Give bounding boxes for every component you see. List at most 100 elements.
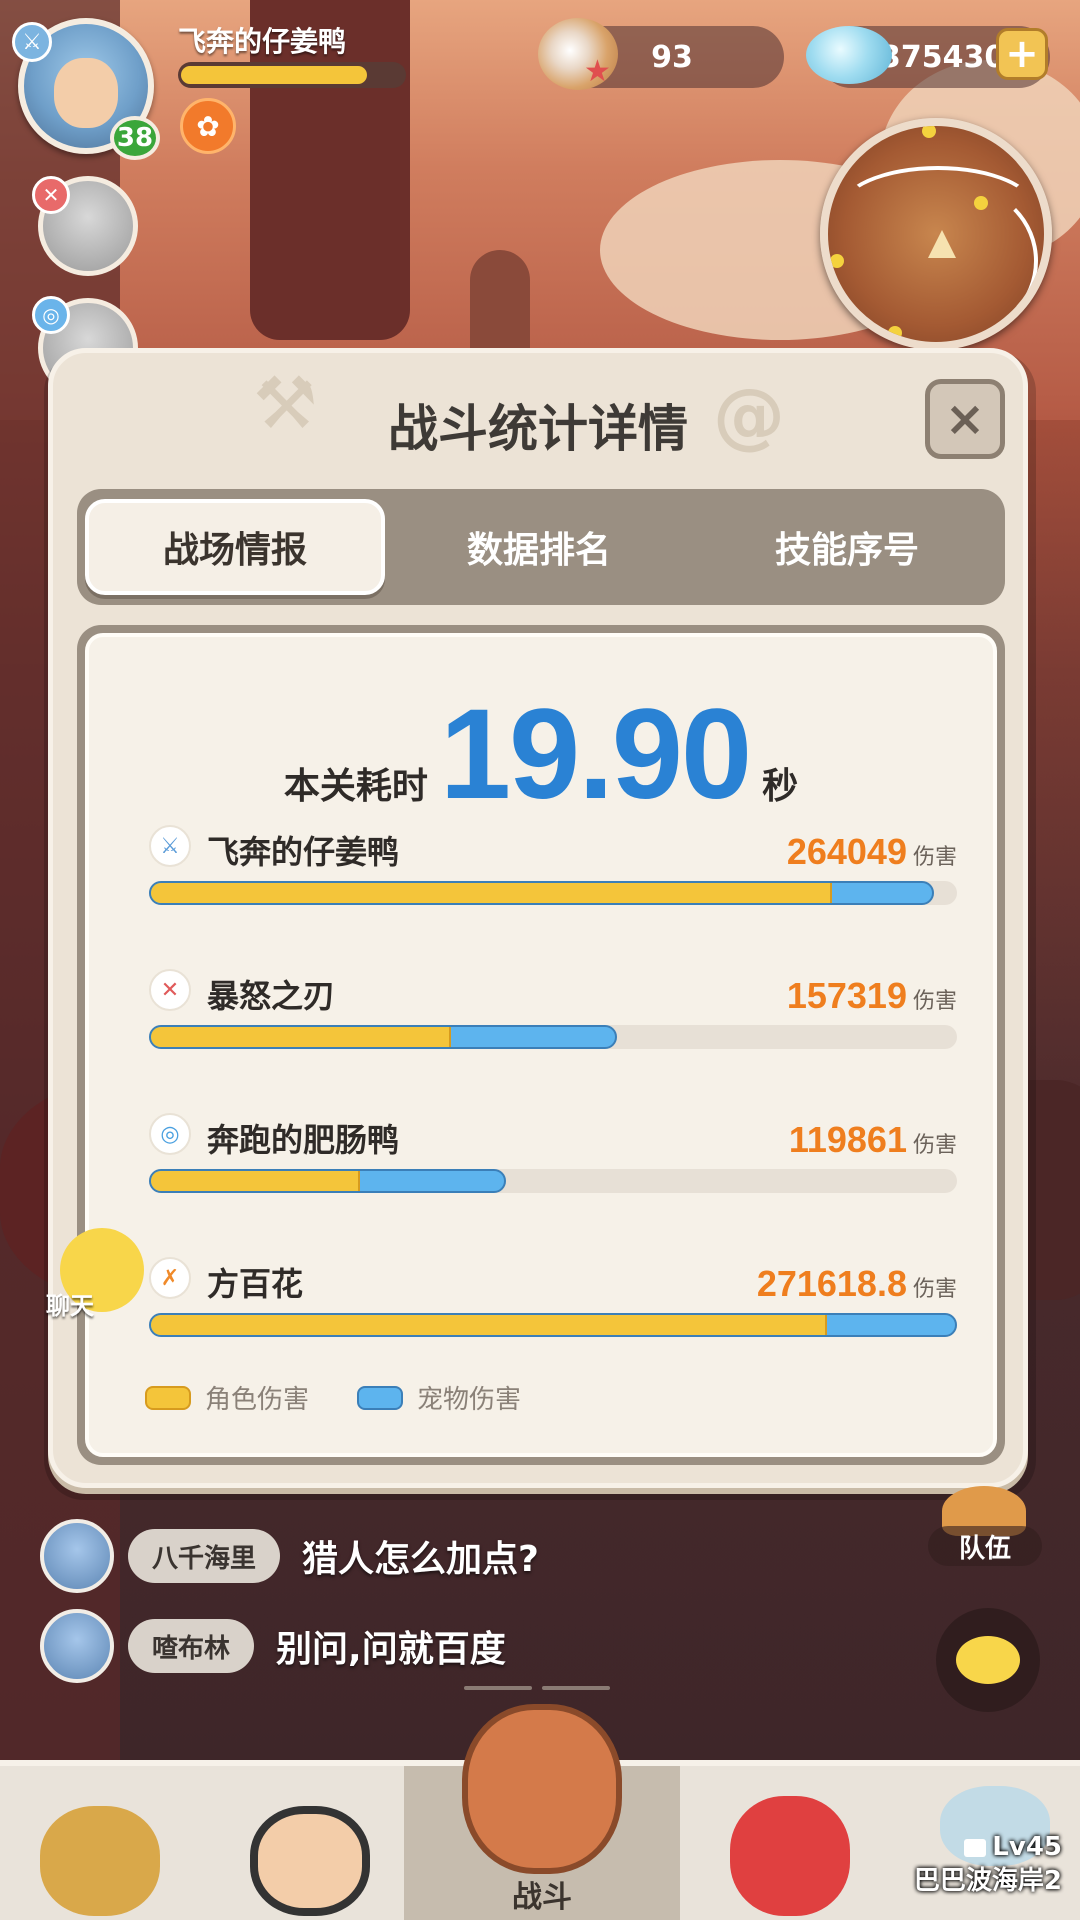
legend-swatch-pet [357, 1385, 404, 1410]
damage-total: 157319 伤害 [787, 975, 957, 1017]
damage-bar-character [151, 1315, 827, 1335]
legend-swatch-character [145, 1385, 191, 1410]
buff-icon[interactable]: ✿ [180, 98, 236, 154]
legend-label-character: 角色伤害 [205, 1385, 310, 1415]
nav-item-dino[interactable] [700, 1766, 900, 1920]
damage-total: 119861 伤害 [789, 1119, 957, 1161]
team-button[interactable]: 队伍 [928, 1486, 1042, 1566]
battle-stats-modal: ⚒ @ 战斗统计详情 × 战场情报 数据排名 技能序号 本关耗时19.90 秒 ⚔… [48, 348, 1028, 1488]
nav-item-locked-stage[interactable]: Lv45 巴巴波海岸2 [880, 1766, 1080, 1920]
minimap[interactable] [820, 118, 1052, 350]
class-sword-icon: ⚔ [149, 825, 191, 867]
avatar[interactable] [40, 1609, 114, 1683]
exp-bar-fill [181, 66, 368, 84]
minimap-waypoint [830, 254, 844, 268]
page-indicator [464, 1686, 532, 1690]
add-currency-button[interactable]: + [996, 28, 1048, 80]
avatar[interactable] [40, 1519, 114, 1593]
locked-stage-name: 巴巴波海岸2 [913, 1866, 1062, 1896]
totem-mask-icon [462, 1704, 622, 1874]
damage-bar-total [149, 1313, 957, 1337]
legend-label-pet: 宠物伤害 [417, 1385, 522, 1415]
damage-row: ⚔ 飞奔的仔姜鸭 264049 伤害 [149, 825, 957, 915]
damage-bar-total [149, 1169, 506, 1193]
class-blade-icon: ✕ [32, 176, 70, 214]
damage-bar-character [151, 1171, 361, 1191]
damage-value: 157319 [786, 975, 907, 1016]
chart-legend: 角色伤害 宠物伤害 [145, 1379, 569, 1416]
nav-item-battle[interactable]: 战斗 [404, 1704, 680, 1920]
bottom-nav: 战斗 Lv45 巴巴波海岸2 [0, 1704, 1080, 1920]
minimap-waypoint [974, 196, 988, 210]
class-wind-icon: ◎ [149, 1113, 191, 1155]
damage-value: 264049 [786, 831, 907, 872]
nav-item-hero[interactable] [220, 1766, 420, 1920]
tab-bar: 战场情报 数据排名 技能序号 [77, 489, 1005, 605]
chat-button[interactable] [936, 1608, 1040, 1712]
dino-pet-icon [730, 1796, 850, 1916]
damage-bar-track [149, 1169, 957, 1193]
beast-character-icon [40, 1806, 160, 1916]
chat-text: 猎人怎么加点? [302, 1539, 539, 1580]
chat-message: 喳布林 别问,问就百度 [40, 1606, 506, 1686]
class-bow-icon: ✗ [149, 1257, 191, 1299]
damage-unit: 伤害 [912, 989, 957, 1014]
damage-bar-total [149, 881, 935, 905]
class-wind-icon: ◎ [32, 296, 70, 334]
minimap-waypoint [922, 126, 936, 138]
damage-row: ✗ 方百花 271618.8 伤害 [149, 1257, 957, 1347]
minimap-path [888, 186, 1038, 336]
damage-bar-total [149, 1025, 617, 1049]
clear-time-label: 本关耗时 [283, 766, 428, 807]
damage-row: ✕ 暴怒之刃 157319 伤害 [149, 969, 957, 1059]
chat-bubble-icon [956, 1636, 1020, 1684]
damage-unit: 伤害 [912, 1277, 957, 1302]
locked-stage-label: Lv45 巴巴波海岸2 [914, 1830, 1062, 1898]
shell-icon [806, 26, 892, 84]
player-name-label: 飞奔的仔姜鸭 [207, 833, 400, 871]
class-sword-icon: ⚔ [12, 22, 52, 62]
chat-message: 八千海里 猎人怎么加点? [40, 1516, 539, 1596]
stats-panel-inner: 本关耗时19.90 秒 ⚔ 飞奔的仔姜鸭 264049 伤害 ✕ 暴怒之刃 15… [85, 633, 997, 1457]
damage-total: 271618.8 伤害 [757, 1263, 957, 1305]
lock-icon [964, 1839, 987, 1857]
nav-battle-label: 战斗 [512, 1880, 572, 1915]
page-indicator [542, 1686, 610, 1690]
hero-character-icon [250, 1806, 370, 1916]
minimap-waypoint [888, 326, 902, 340]
exp-bar [178, 62, 406, 88]
player-name-label: 奔跑的肥肠鸭 [207, 1121, 400, 1159]
player-location-marker [928, 230, 956, 258]
damage-unit: 伤害 [912, 845, 957, 870]
damage-bar-track [149, 1313, 957, 1337]
player-name: 飞奔的仔姜鸭 [178, 25, 347, 58]
close-button[interactable]: × [925, 379, 1005, 459]
damage-bar-character [151, 1027, 451, 1047]
damage-total: 264049 伤害 [787, 831, 957, 873]
level-badge: 38 [110, 116, 160, 160]
avatar-face [54, 58, 118, 128]
nav-item-beast[interactable] [0, 1766, 200, 1920]
tab-skill-order[interactable]: 技能序号 [697, 499, 997, 595]
player-name-label: 方百花 [207, 1265, 304, 1303]
class-blade-icon: ✕ [149, 969, 191, 1011]
tab-battle-intel[interactable]: 战场情报 [85, 499, 385, 595]
damage-value: 271618.8 [756, 1263, 907, 1304]
damage-unit: 伤害 [912, 1133, 957, 1158]
modal-title: 战斗统计详情 [388, 400, 688, 458]
damage-bar-track [149, 881, 957, 905]
damage-bar-track [149, 1025, 957, 1049]
chat-username[interactable]: 八千海里 [128, 1529, 281, 1583]
damage-row: ◎ 奔跑的肥肠鸭 119861 伤害 [149, 1113, 957, 1203]
tab-data-ranking[interactable]: 数据排名 [389, 499, 689, 595]
chat-toggle-label[interactable]: 聊天 [46, 1286, 94, 1321]
player-name-label: 暴怒之刃 [207, 977, 336, 1015]
team-button-label: 队伍 [928, 1526, 1042, 1566]
chat-text: 别问,问就百度 [276, 1629, 506, 1670]
damage-bar-character [151, 883, 833, 903]
stats-panel: 本关耗时19.90 秒 ⚔ 飞奔的仔姜鸭 264049 伤害 ✕ 暴怒之刃 15… [77, 625, 1005, 1465]
clear-time-value: 19.90 [439, 683, 752, 826]
chat-username[interactable]: 喳布林 [128, 1619, 255, 1673]
damage-value: 119861 [788, 1119, 907, 1160]
clear-time: 本关耗时 19.90 秒 [89, 681, 993, 828]
